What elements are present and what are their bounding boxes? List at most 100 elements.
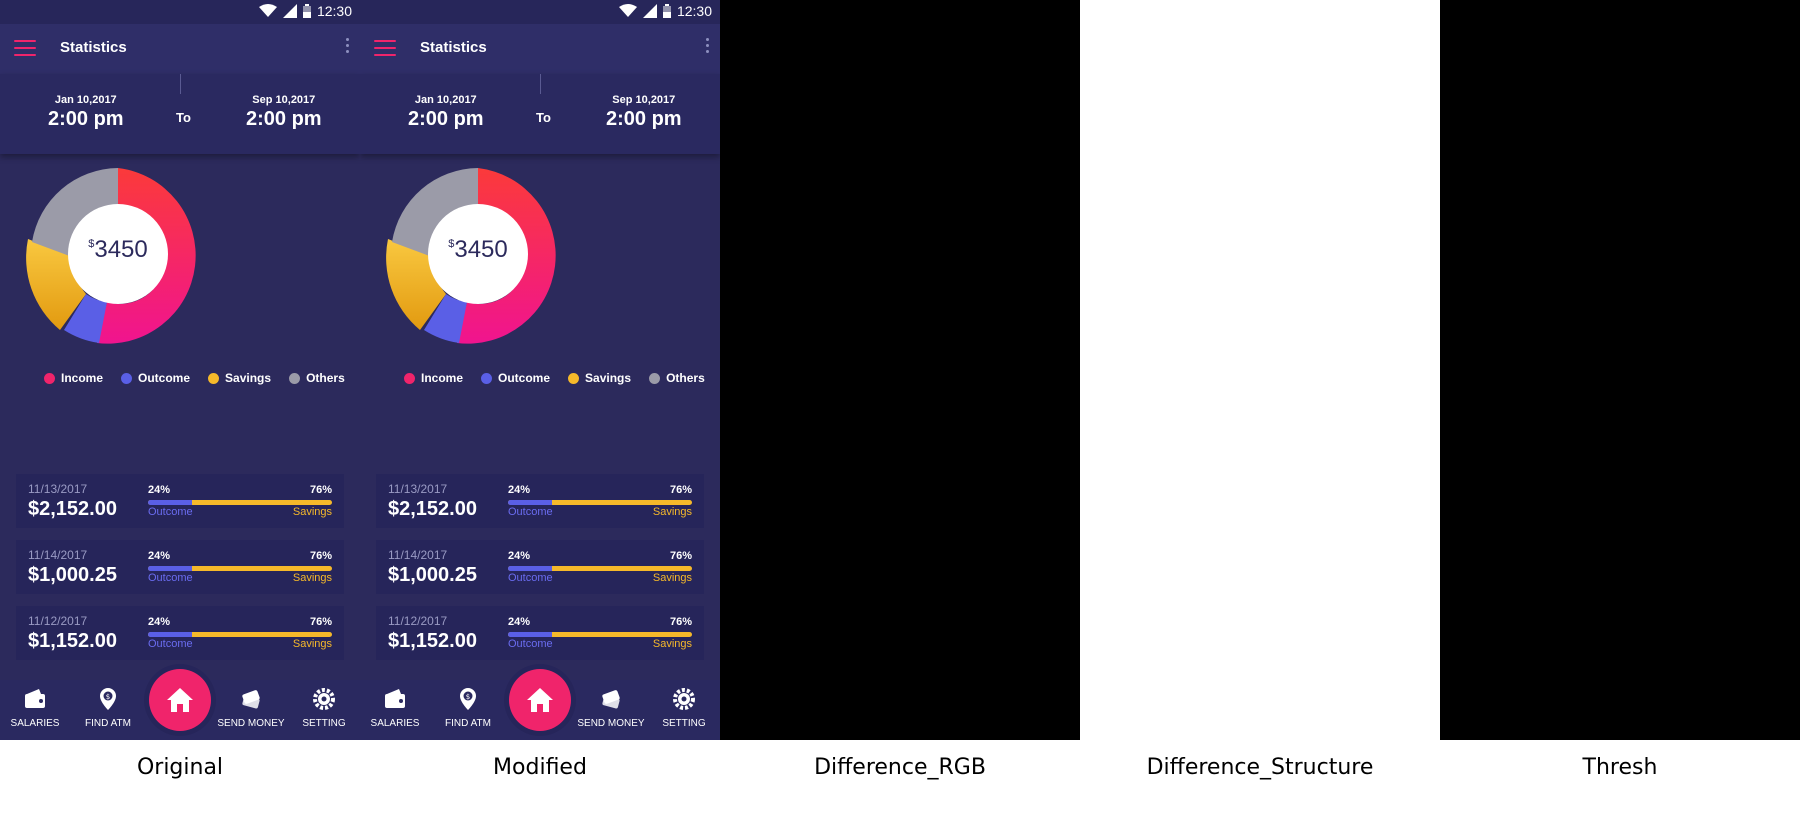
caption-original: Original [136, 755, 224, 780]
transaction-card[interactable]: 11/14/2017 $1,000.25 24% 76% Outcome Sav… [16, 540, 344, 594]
to-time: 2:00 pm [246, 108, 322, 130]
outcome-fill [148, 632, 193, 637]
split-bar [508, 632, 692, 637]
nav-setting[interactable]: SETTING [649, 686, 719, 729]
savings-label: Savings [292, 506, 332, 518]
outcome-fill [508, 566, 553, 571]
legend-item-outcome: Outcome [481, 371, 550, 385]
wifi-icon [618, 4, 637, 17]
split-bar [148, 632, 332, 637]
battery-icon [302, 4, 311, 18]
wallet-icon [385, 689, 405, 708]
savings-dot-icon [208, 372, 220, 384]
outcome-fill [508, 632, 553, 637]
thresh-panel [1440, 0, 1800, 740]
to-date: Sep 10,2017 [612, 94, 676, 106]
outcome-percent: 24% [508, 616, 531, 628]
transaction-card[interactable]: 11/12/2017 $1,152.00 24% 76% Outcome Sav… [16, 606, 344, 660]
nav-salaries[interactable]: SALARIES [360, 686, 430, 729]
legend-label: Income [61, 371, 104, 385]
nav-setting[interactable]: SETTING [289, 686, 359, 729]
from-time: 2:00 pm [408, 108, 484, 130]
transaction-date: 11/13/2017 [388, 482, 448, 496]
income-dot-icon [404, 372, 415, 384]
svg-text:$: $ [466, 693, 470, 701]
nav-send-money[interactable]: SEND MONEY [576, 686, 646, 729]
savings-dot-icon [568, 372, 580, 384]
to-date-picker[interactable]: Sep 10,2017 2:00 pm [246, 94, 322, 131]
legend-item-savings: Savings [568, 371, 631, 385]
outcome-percent: 24% [148, 550, 171, 562]
menu-icon[interactable] [374, 40, 396, 58]
others-dot-icon [649, 372, 661, 384]
transaction-card[interactable]: 11/13/2017 $2,152.00 24% 76% Outcome Sav… [16, 474, 344, 528]
transaction-card[interactable]: 11/12/2017 $1,152.00 24% 76% Outcome Sav… [376, 606, 704, 660]
caption-difference-structure: Difference_Structure [1146, 755, 1374, 780]
range-divider [540, 74, 541, 94]
nav-salaries[interactable]: SALARIES [0, 686, 70, 729]
location-pin-icon: $ [100, 688, 116, 710]
to-date-picker[interactable]: Sep 10,2017 2:00 pm [606, 94, 682, 131]
signal-icon [282, 4, 297, 18]
outcome-fill [508, 500, 553, 505]
page-title: Statistics [420, 39, 487, 56]
send-money-icon [602, 690, 620, 709]
svg-text:$: $ [106, 693, 110, 701]
from-date-picker[interactable]: Jan 10,2017 2:00 pm [48, 94, 124, 131]
legend-item-outcome: Outcome [121, 371, 190, 385]
home-button[interactable] [149, 669, 211, 731]
legend-label: Others [666, 371, 705, 385]
outcome-label: Outcome [508, 572, 553, 584]
transaction-card[interactable]: 11/13/2017 $2,152.00 24% 76% Outcome Sav… [376, 474, 704, 528]
legend-label: Outcome [138, 371, 191, 385]
chart-legend: Income Outcome Savings Others [44, 371, 345, 385]
to-time: 2:00 pm [606, 108, 682, 130]
others-dot-icon [289, 372, 301, 384]
transaction-date: 11/13/2017 [28, 482, 88, 496]
savings-label: Savings [292, 572, 332, 584]
outcome-fill [148, 566, 193, 571]
menu-icon[interactable] [14, 40, 36, 58]
location-pin-icon: $ [460, 688, 476, 710]
app-bar: Statistics [360, 24, 720, 74]
outcome-dot-icon [121, 372, 133, 384]
nav-label: SEND MONEY [217, 718, 285, 729]
status-bar: 12:30 [0, 0, 360, 24]
transaction-card[interactable]: 11/14/2017 $1,000.25 24% 76% Outcome Sav… [376, 540, 704, 594]
nav-label: FIND ATM [445, 718, 491, 729]
outcome-label: Outcome [148, 572, 193, 584]
from-date-picker[interactable]: Jan 10,2017 2:00 pm [408, 94, 484, 131]
savings-label: Savings [292, 638, 332, 650]
date-range: Jan 10,2017 2:00 pm To Sep 10,2017 2:00 … [360, 74, 720, 154]
more-options-icon[interactable] [342, 38, 352, 60]
transaction-amount: $2,152.00 [388, 498, 477, 520]
from-time: 2:00 pm [48, 108, 124, 130]
nav-label: SALARIES [370, 718, 420, 729]
app-bar: Statistics [0, 24, 360, 74]
transaction-amount: $1,000.25 [28, 564, 117, 586]
outcome-percent: 24% [148, 616, 171, 628]
savings-label: Savings [652, 506, 692, 518]
savings-percent: 76% [309, 484, 332, 496]
legend-item-others: Others [649, 371, 705, 385]
total-value: 3450 [94, 236, 148, 263]
nav-label: FIND ATM [85, 718, 131, 729]
more-options-icon[interactable] [702, 38, 712, 60]
to-label: To [536, 110, 551, 125]
send-money-icon [242, 690, 260, 709]
nav-find-atm[interactable]: $ FIND ATM [73, 686, 143, 729]
outcome-label: Outcome [508, 638, 553, 650]
transaction-amount: $1,000.25 [388, 564, 477, 586]
home-button[interactable] [509, 669, 571, 731]
home-icon [167, 688, 193, 712]
home-icon [527, 688, 553, 712]
wifi-icon [258, 4, 277, 17]
nav-find-atm[interactable]: $ FIND ATM [433, 686, 503, 729]
caption-thresh: Thresh [1582, 755, 1658, 780]
savings-percent: 76% [669, 616, 692, 628]
legend-label: Savings [585, 371, 632, 385]
transaction-date: 11/12/2017 [28, 614, 88, 628]
range-divider [180, 74, 181, 94]
nav-send-money[interactable]: SEND MONEY [216, 686, 286, 729]
page-title: Statistics [60, 39, 127, 56]
